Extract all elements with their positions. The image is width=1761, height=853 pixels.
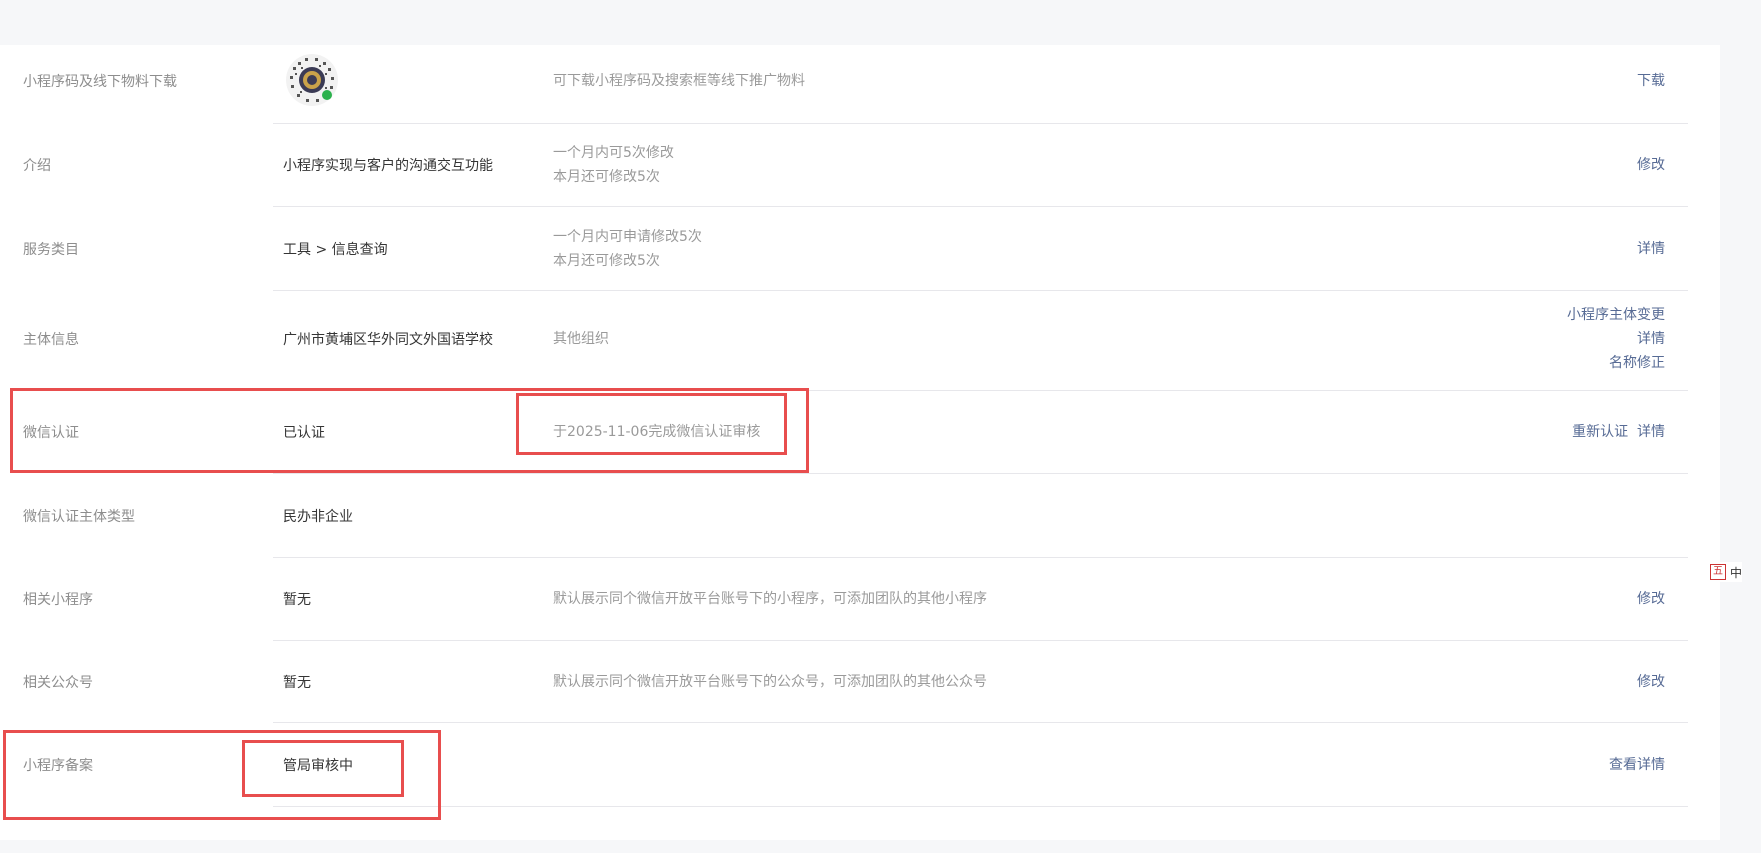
- row-desc: 默认展示同个微信开放平台账号下的公众号，可添加团队的其他公众号: [553, 674, 987, 690]
- modify-link[interactable]: 修改: [1637, 587, 1665, 611]
- qr-code-icon: [286, 54, 338, 106]
- ime-mode: 中: [1730, 565, 1743, 580]
- details-link[interactable]: 详情: [1637, 424, 1665, 440]
- view-details-link[interactable]: 查看详情: [1609, 753, 1665, 777]
- desc-line: 本月还可修改5次: [553, 253, 660, 269]
- row-actions: 小程序主体变更 详情 名称修正: [1567, 303, 1665, 375]
- highlight-box-verify-desc: [516, 393, 787, 455]
- row-intro: 介绍 小程序实现与客户的沟通交互功能 一个月内可5次修改 本月还可修改5次 修改: [0, 124, 1720, 207]
- row-verify-type: 微信认证主体类型 民办非企业: [0, 474, 1720, 558]
- row-entity: 主体信息 广州市黄埔区华外同文外国语学校 其他组织 小程序主体变更 详情 名称修…: [0, 291, 1720, 391]
- row-related-official-account: 相关公众号 暂无 默认展示同个微信开放平台账号下的公众号，可添加团队的其他公众号…: [0, 641, 1720, 723]
- row-desc: 默认展示同个微信开放平台账号下的小程序，可添加团队的其他小程序: [553, 591, 987, 607]
- ime-icon: 五: [1710, 564, 1726, 580]
- desc-line: 一个月内可5次修改: [553, 145, 674, 161]
- row-label: 主体信息: [23, 332, 79, 348]
- row-desc: 一个月内可5次修改 本月还可修改5次: [553, 141, 674, 189]
- row-qrcode: 小程序码及线下物料下载 可下载小程序码及搜索框等线下推广物料 下载: [0, 45, 1720, 124]
- desc-line: 本月还可修改5次: [553, 169, 660, 185]
- row-category: 服务类目 工具 > 信息查询 一个月内可申请修改5次 本月还可修改5次 详情: [0, 207, 1720, 291]
- ime-indicator[interactable]: 五 中: [1710, 562, 1743, 582]
- details-link[interactable]: 详情: [1637, 237, 1665, 261]
- divider: [273, 806, 1688, 807]
- download-link[interactable]: 下载: [1637, 69, 1665, 93]
- row-desc: 可下载小程序码及搜索框等线下推广物料: [553, 73, 805, 89]
- reverify-link[interactable]: 重新认证: [1572, 424, 1628, 440]
- row-value: 民办非企业: [283, 509, 353, 525]
- row-actions: 重新认证 详情: [1572, 420, 1665, 444]
- change-entity-link[interactable]: 小程序主体变更: [1567, 303, 1665, 327]
- row-label: 小程序码及线下物料下载: [23, 74, 177, 90]
- details-link[interactable]: 详情: [1567, 327, 1665, 351]
- row-desc: 其他组织: [553, 331, 609, 347]
- row-value: 工具 > 信息查询: [283, 242, 388, 258]
- row-label: 相关公众号: [23, 675, 93, 691]
- row-label: 相关小程序: [23, 592, 93, 608]
- desc-line: 一个月内可申请修改5次: [553, 229, 702, 245]
- row-value: 广州市黄埔区华外同文外国语学校: [283, 332, 493, 348]
- modify-link[interactable]: 修改: [1637, 153, 1665, 177]
- row-desc: 一个月内可申请修改5次 本月还可修改5次: [553, 225, 702, 273]
- row-value: 暂无: [283, 592, 311, 608]
- modify-link[interactable]: 修改: [1637, 670, 1665, 694]
- row-label: 介绍: [23, 158, 51, 174]
- row-label: 服务类目: [23, 242, 79, 258]
- highlight-box-filing-value: [242, 740, 404, 797]
- row-value: 暂无: [283, 675, 311, 691]
- row-related-miniprogram: 相关小程序 暂无 默认展示同个微信开放平台账号下的小程序，可添加团队的其他小程序…: [0, 558, 1720, 641]
- row-label: 微信认证主体类型: [23, 509, 135, 525]
- row-value: 小程序实现与客户的沟通交互功能: [283, 158, 493, 174]
- name-correction-link[interactable]: 名称修正: [1567, 351, 1665, 375]
